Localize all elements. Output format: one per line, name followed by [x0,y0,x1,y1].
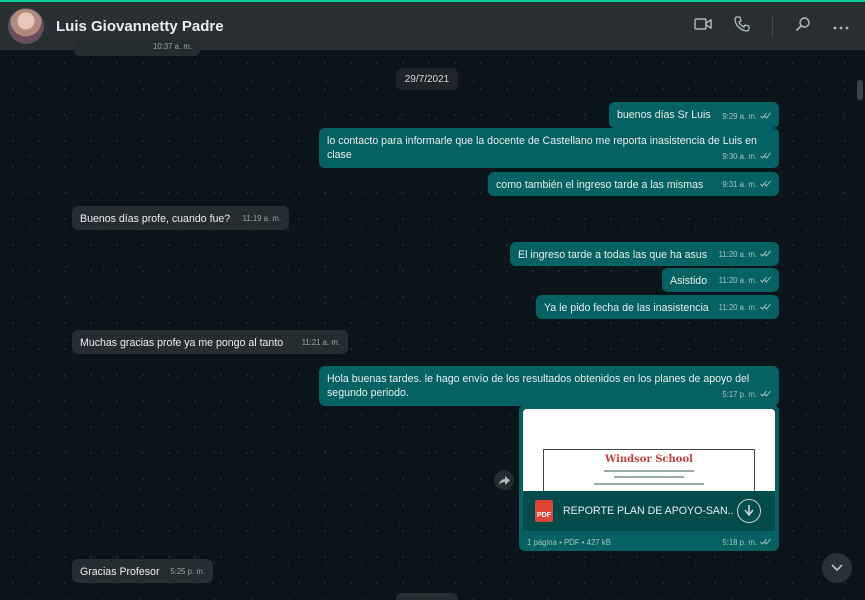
search-icon[interactable] [795,16,811,37]
message-time: 11:19 a. m. [242,214,281,223]
document-file-info: 1 página • PDF • 427 kB [527,538,611,547]
message-outgoing[interactable]: como también el ingreso tarde a las mism… [488,172,779,196]
date-separator: 29/7/2021 [396,68,458,90]
message-time: 5:25 p. m. [170,567,205,576]
document-file-row[interactable]: PDF REPORTE PLAN DE APOYO-SAN... [523,491,775,531]
double-check-icon [760,150,771,164]
double-check-icon [760,178,771,192]
menu-icon[interactable] [833,17,849,35]
document-text-line [614,476,684,478]
header-actions [694,2,849,50]
message-meta: 11:20 a. m. [719,248,771,262]
message-meta: 11:20 a. m. [719,274,771,288]
message-text: Hola buenas tardes. le hago envío de los… [327,373,750,399]
phone-icon[interactable] [734,15,750,37]
message-meta: 11:20 a. m. [719,301,771,315]
header-divider [772,15,773,37]
message-time: 5:18 p. m. [722,538,757,547]
video-icon[interactable] [694,17,712,36]
forward-button[interactable] [494,470,514,490]
message-meta: 5:17 p. m. [722,388,771,402]
message-outgoing[interactable]: El ingreso tarde a todas las que ha asus… [510,242,779,266]
document-preview[interactable]: Windsor School [523,409,775,491]
message-time: 11:21 a. m. [301,338,340,347]
forward-icon [498,475,510,485]
message-outgoing[interactable]: Ya le pido fecha de las inasistencia 11:… [536,295,779,319]
double-check-icon [760,301,771,315]
message-incoming[interactable]: Gracias Profesor 5:25 p. m. [72,559,213,583]
message-text: buenos días Sr Luis [617,109,711,121]
message-meta: 9:31 a. m. [722,178,771,192]
message-text: como también el ingreso tarde a las mism… [496,179,704,191]
pdf-icon: PDF [535,500,553,522]
message-time: 11:20 a. m. [718,276,757,285]
document-page: Windsor School [543,449,755,491]
chevron-down-icon [831,564,843,572]
double-check-icon [760,110,771,124]
message-time: 11:20 a. m. [718,250,757,259]
document-message[interactable]: Windsor School PDF REPORTE PLAN DE APOYO… [519,405,779,551]
document-text-line [604,470,694,472]
double-check-icon [760,274,771,288]
message-text: Gracias Profesor [80,566,160,578]
message-time: 9:31 a. m. [722,180,757,189]
message-text: Muchas gracias profe ya me pongo al tant… [80,337,284,349]
contact-name[interactable]: Luis Giovannetty Padre [56,18,224,35]
message-outgoing[interactable]: Asistido 11:20 a. m. [662,268,779,292]
double-check-icon [760,248,771,262]
scrollbar-thumb[interactable] [857,80,863,100]
message-outgoing[interactable]: buenos días Sr Luis 9:29 a. m. [609,102,779,128]
message-text: Ya le pido fecha de las inasistencia [544,302,709,314]
message-text: Asistido [670,275,708,287]
double-check-icon [760,388,771,402]
message-incoming[interactable]: Muchas gracias profe ya me pongo al tant… [72,330,348,354]
scroll-down-button[interactable] [822,553,852,583]
message-time: 5:17 p. m. [722,390,757,399]
message-outgoing[interactable]: Hola buenas tardes. le hago envío de los… [319,366,779,406]
partial-message[interactable]: 10:37 a. m. [74,40,200,56]
message-meta: 9:30 a. m. [722,150,771,164]
document-file-name: REPORTE PLAN DE APOYO-SAN... [563,505,733,517]
message-time: 11:20 a. m. [718,303,757,312]
partial-message [396,593,458,600]
message-text: Buenos días profe, cuando fue? [80,213,231,225]
double-check-icon [760,538,771,547]
message-meta: 9:29 a. m. [722,110,771,124]
message-text: El ingreso tarde a todas las que ha asus [518,249,708,261]
message-time: 9:30 a. m. [722,152,757,161]
download-icon [744,505,754,517]
message-text: lo contacto para informarle que la docen… [327,135,757,161]
message-incoming[interactable]: Buenos días profe, cuando fue? 11:19 a. … [72,206,289,230]
download-button[interactable] [737,499,761,523]
message-outgoing[interactable]: lo contacto para informarle que la docen… [319,128,779,168]
document-text-line [594,483,704,485]
message-meta: 5:18 p. m. [722,538,771,547]
document-school-name: Windsor School [605,454,693,465]
message-time: 9:29 a. m. [722,112,757,121]
message-time: 10:37 a. m. [152,42,192,51]
contact-avatar[interactable] [8,8,44,44]
